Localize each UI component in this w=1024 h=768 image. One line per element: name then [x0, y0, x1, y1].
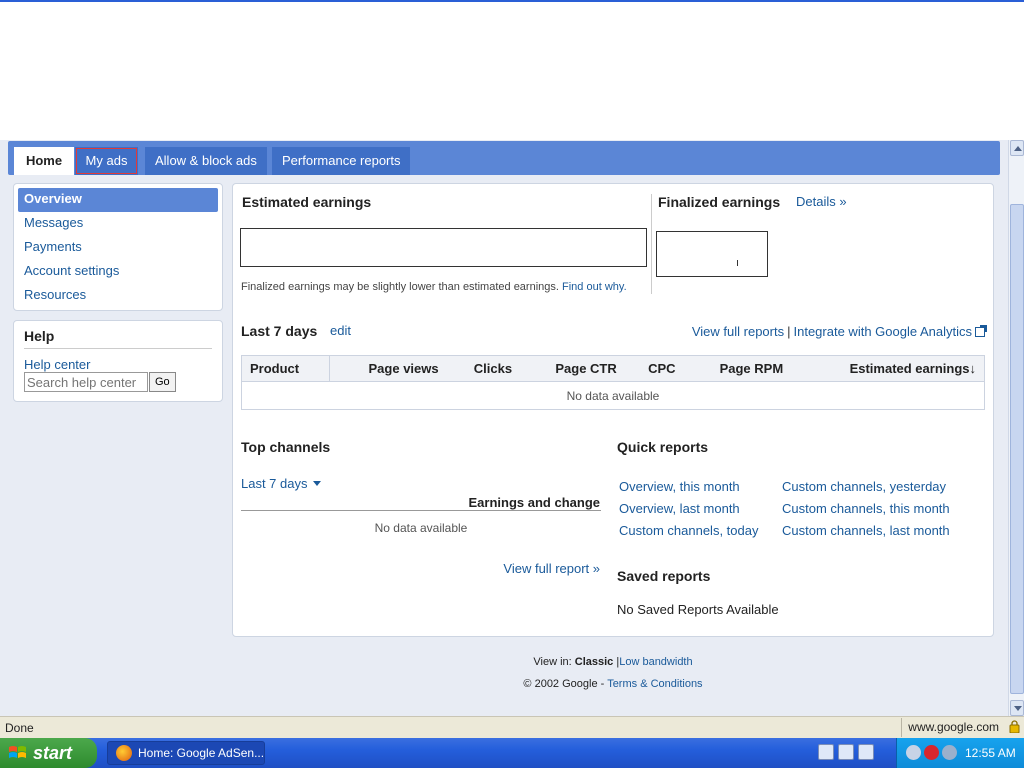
- find-out-why-link[interactable]: Find out why.: [562, 281, 627, 293]
- copyright-footer: © 2002 Google - Terms & Conditions: [232, 678, 994, 690]
- chevron-down-icon: [312, 481, 321, 486]
- finalized-earnings-title: Finalized earnings: [658, 194, 781, 210]
- vertical-scrollbar[interactable]: [1008, 140, 1024, 716]
- lock-icon: [1009, 720, 1020, 733]
- help-go-button[interactable]: Go: [149, 372, 176, 392]
- column-page-rpm[interactable]: Page RPM: [683, 355, 792, 382]
- start-button[interactable]: start: [0, 738, 97, 768]
- earnings-divider: [651, 194, 652, 294]
- tool-icon[interactable]: [818, 744, 834, 760]
- low-bandwidth-link[interactable]: Low bandwidth: [619, 656, 692, 668]
- left-nav: Overview Messages Payments Account setti…: [13, 183, 223, 311]
- top-channels-title: Top channels: [241, 439, 331, 455]
- messenger-icon[interactable]: [906, 745, 921, 760]
- estimated-earnings-title: Estimated earnings: [242, 194, 372, 210]
- status-url: www.google.com: [901, 718, 1021, 737]
- terms-link[interactable]: Terms & Conditions: [607, 678, 702, 690]
- table-empty-message: No data available: [566, 388, 660, 403]
- table-row: No data available: [242, 382, 985, 410]
- estimated-earnings-note: Finalized earnings may be slightly lower…: [241, 281, 627, 293]
- security-shield-icon[interactable]: [924, 745, 939, 760]
- windows-logo-icon: [9, 746, 26, 758]
- links-separator: |: [787, 324, 791, 339]
- tab-my-ads[interactable]: My ads: [75, 147, 138, 175]
- column-estimated-earnings[interactable]: Estimated earnings↓: [791, 355, 985, 382]
- nav-item-payments[interactable]: Payments: [18, 236, 218, 260]
- last-7-days-title: Last 7 days: [241, 323, 318, 339]
- tab-home[interactable]: Home: [14, 147, 74, 175]
- help-center-link[interactable]: Help center: [24, 357, 212, 372]
- nav-item-messages[interactable]: Messages: [18, 212, 218, 236]
- help-title: Help: [24, 328, 212, 349]
- top-channels-range-dropdown[interactable]: Last 7 days: [241, 476, 321, 491]
- finalized-box-mark: [737, 260, 738, 266]
- top-channels-range-label: Last 7 days: [241, 476, 308, 491]
- column-page-ctr[interactable]: Page CTR: [520, 355, 625, 382]
- taskbar-window-label: Home: Google AdSen...: [138, 746, 265, 760]
- quick-report-channels-this-month[interactable]: Custom channels, this month: [782, 501, 950, 516]
- clock: 12:55 AM: [965, 746, 1016, 760]
- finalized-earnings-box: [656, 231, 768, 277]
- copyright-text: © 2002 Google: [523, 678, 598, 690]
- column-estimated-earnings-label: Estimated earnings: [849, 361, 970, 376]
- top-channels-empty-message: No data available: [374, 521, 468, 535]
- sort-arrow-icon: ↓: [969, 361, 977, 376]
- network-icon[interactable]: [838, 744, 854, 760]
- saved-reports-empty-message: No Saved Reports Available: [617, 602, 779, 617]
- saved-reports-title: Saved reports: [617, 568, 711, 584]
- table-header-row: Product Page views Clicks Page CTR CPC P…: [241, 355, 985, 382]
- integrate-analytics-link[interactable]: Integrate with Google Analytics: [794, 324, 973, 339]
- scroll-up-button[interactable]: [1010, 140, 1024, 156]
- help-search-row: Go: [24, 372, 212, 392]
- tab-performance-reports[interactable]: Performance reports: [272, 147, 410, 175]
- status-text: Done: [5, 721, 34, 735]
- view-full-reports-link[interactable]: View full reports: [692, 324, 784, 339]
- column-cpc[interactable]: CPC: [624, 355, 684, 382]
- system-tray: 12:55 AM: [896, 738, 1024, 768]
- estimated-earnings-box: [240, 228, 647, 267]
- nav-item-overview[interactable]: Overview: [18, 188, 218, 212]
- quick-report-channels-yesterday[interactable]: Custom channels, yesterday: [782, 479, 946, 494]
- estimated-note-text: Finalized earnings may be slightly lower…: [241, 281, 559, 293]
- top-channels-view-full-link[interactable]: View full report »: [503, 561, 600, 576]
- start-label: start: [33, 743, 73, 763]
- view-classic-label: Classic: [574, 656, 614, 668]
- quick-report-overview-this-month[interactable]: Overview, this month: [619, 479, 740, 494]
- main-tab-bar: Home My ads Allow & block ads Performanc…: [8, 141, 1000, 175]
- quick-reports-title: Quick reports: [617, 439, 709, 455]
- view-mode-footer: View in: Classic |Low bandwidth: [232, 656, 994, 668]
- quick-report-overview-last-month[interactable]: Overview, last month: [619, 501, 740, 516]
- nav-item-account-settings[interactable]: Account settings: [18, 260, 218, 284]
- volume-icon[interactable]: [942, 745, 957, 760]
- column-product[interactable]: Product: [241, 355, 330, 382]
- stats-table: Product Page views Clicks Page CTR CPC P…: [241, 355, 985, 410]
- help-box: Help Help center Go: [13, 320, 223, 402]
- top-channels-rule: [241, 510, 601, 511]
- help-search-input[interactable]: [24, 372, 148, 392]
- scroll-down-button[interactable]: [1010, 700, 1024, 716]
- quick-report-channels-last-month[interactable]: Custom channels, last month: [782, 523, 950, 538]
- column-clicks[interactable]: Clicks: [446, 355, 521, 382]
- external-link-icon: [975, 325, 987, 337]
- firefox-icon: [116, 745, 132, 761]
- column-page-views[interactable]: Page views: [329, 355, 447, 382]
- last-7-days-links: View full reports | Integrate with Google …: [692, 324, 987, 339]
- finalized-details-link[interactable]: Details »: [796, 194, 847, 209]
- top-channels-column-header: Earnings and change: [468, 495, 600, 510]
- scrollbar-thumb[interactable]: [1010, 204, 1024, 694]
- nav-item-resources[interactable]: Resources: [18, 284, 218, 308]
- browser-status-bar: Done www.google.com: [0, 716, 1024, 738]
- view-in-label: View in:: [533, 656, 572, 668]
- last-7-days-edit-link[interactable]: edit: [330, 323, 351, 338]
- main-panel: Estimated earnings Finalized earnings ma…: [232, 183, 994, 637]
- tab-allow-block-ads[interactable]: Allow & block ads: [145, 147, 267, 175]
- windows-taskbar: start Home: Google AdSen... 12:55 AM: [0, 738, 1024, 768]
- footer-dash: -: [600, 678, 605, 690]
- quick-report-channels-today[interactable]: Custom channels, today: [619, 523, 758, 538]
- quick-tray-icons: [818, 744, 878, 763]
- help-icon[interactable]: [858, 744, 874, 760]
- taskbar-window-button[interactable]: Home: Google AdSen...: [107, 741, 265, 765]
